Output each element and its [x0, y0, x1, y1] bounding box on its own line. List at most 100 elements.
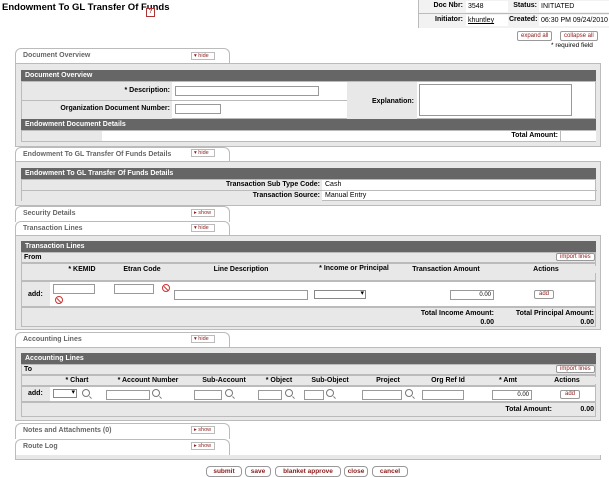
- import-lines-button[interactable]: import lines: [556, 365, 595, 373]
- tab-label: Security Details: [23, 210, 76, 217]
- accounting-lines-panel: Accounting Lines To import lines * Chart…: [15, 347, 601, 421]
- transfer-details-hide-button[interactable]: ▾ hide: [191, 149, 215, 157]
- status-value: INITIATED: [539, 1, 609, 12]
- doc-nbr-label: Doc Nbr:: [433, 2, 463, 9]
- sub-object-lookup-icon[interactable]: [326, 389, 334, 397]
- col-header: Actions: [496, 266, 596, 273]
- accounting-lines-hide-button[interactable]: ▾ hide: [191, 335, 215, 343]
- etran-code-input[interactable]: [114, 284, 154, 294]
- etran-lookup-icon[interactable]: [162, 284, 170, 292]
- transfer-details-panel: Endowment To GL Transfer Of Funds Detail…: [15, 161, 601, 206]
- initiator-label: Initiator:: [435, 16, 463, 23]
- notes-show-button[interactable]: ▸ show: [191, 426, 215, 434]
- sub-object-input[interactable]: [304, 390, 324, 400]
- transaction-totals-row: Total Income Amount: 0.00 Total Principa…: [21, 307, 596, 327]
- close-button[interactable]: close: [344, 466, 368, 477]
- source-label: Transaction Source:: [252, 192, 320, 199]
- initiator-link[interactable]: khuntley: [466, 15, 508, 26]
- row-divider: [22, 100, 347, 101]
- security-details-show-button[interactable]: ▸ show: [191, 209, 215, 217]
- total-amount-value: [560, 131, 596, 141]
- required-field-note: * required field: [551, 42, 593, 49]
- import-lines-button[interactable]: import lines: [556, 253, 595, 261]
- col-header: Transaction Amount: [396, 266, 496, 273]
- panel-bottom: [15, 455, 601, 460]
- route-log-show-button[interactable]: ▸ show: [191, 442, 215, 450]
- document-overview-hide-button[interactable]: ▾ hide: [191, 52, 215, 60]
- sub-type-label: Transaction Sub Type Code:: [226, 181, 320, 188]
- doc-nbr-value: 3548: [466, 1, 508, 12]
- accounting-add-row: add: 0.00 add: [21, 386, 596, 402]
- object-lookup-icon[interactable]: [285, 389, 293, 397]
- tab-label: Route Log: [23, 443, 58, 450]
- add-transaction-line-button[interactable]: add: [534, 290, 554, 299]
- transaction-lines-panel: Transaction Lines From import lines * KE…: [15, 235, 601, 330]
- project-lookup-icon[interactable]: [405, 389, 413, 397]
- accounting-total-label: Total Amount:: [505, 406, 552, 413]
- add-accounting-line-button[interactable]: add: [560, 390, 580, 399]
- project-input[interactable]: [362, 390, 402, 400]
- org-ref-id-input[interactable]: [422, 390, 464, 400]
- description-label: * Description:: [124, 87, 170, 94]
- overview-fields: * Description: Organization Document Num…: [21, 81, 596, 119]
- expand-all-button[interactable]: expand all: [517, 31, 553, 41]
- explanation-textarea[interactable]: [419, 84, 572, 116]
- transaction-add-row: add: 0.00 add: [21, 281, 596, 307]
- section-band: Accounting Lines: [21, 353, 596, 364]
- col-header: Project: [358, 377, 418, 384]
- status-label: Status:: [513, 2, 537, 9]
- document-overview-panel: Document Overview * Description: Organiz…: [15, 63, 601, 147]
- account-lookup-icon[interactable]: [152, 389, 160, 397]
- cancel-button[interactable]: cancel: [372, 466, 408, 477]
- section-band: Endowment Document Details: [21, 119, 596, 130]
- income-principal-select[interactable]: [314, 289, 366, 299]
- description-input[interactable]: [175, 86, 319, 96]
- to-label: To: [24, 366, 33, 373]
- accounting-totals-row: Total Amount: 0.00: [21, 402, 596, 417]
- col-header: * Account Number: [104, 377, 192, 384]
- total-amount-label: Total Amount:: [511, 132, 558, 139]
- col-header: Org Ref Id: [418, 377, 478, 384]
- transfer-fields: Transaction Sub Type Code: Cash Transact…: [21, 179, 597, 201]
- line-description-input[interactable]: [174, 290, 308, 300]
- save-button[interactable]: save: [245, 466, 271, 477]
- object-input[interactable]: [258, 390, 282, 400]
- transaction-lines-header: * KEMID Etran Code Line Description * In…: [21, 263, 596, 281]
- created-label: Created:: [509, 16, 538, 23]
- explanation-label: Explanation:: [371, 98, 414, 105]
- amount-input[interactable]: 0.00: [492, 390, 532, 400]
- kemid-lookup-icon[interactable]: [55, 296, 63, 304]
- created-value: 06:30 PM 09/24/2010: [539, 15, 609, 26]
- collapse-all-button[interactable]: collapse all: [560, 31, 598, 41]
- tab-label: Endowment To GL Transfer Of Funds Detail…: [23, 151, 172, 158]
- total-principal-label: Total Principal Amount:: [515, 310, 594, 317]
- sub-account-input[interactable]: [194, 390, 222, 400]
- account-number-input[interactable]: [106, 390, 150, 400]
- chart-select[interactable]: [53, 388, 77, 398]
- kemid-input[interactable]: [53, 284, 95, 294]
- blanket-approve-button[interactable]: blanket approve: [275, 466, 341, 477]
- submit-button[interactable]: submit: [206, 466, 242, 477]
- org-doc-number-input[interactable]: [175, 104, 221, 114]
- from-row: From import lines: [21, 252, 596, 263]
- tab-label: Notes and Attachments (0): [23, 427, 112, 434]
- col-header: * Object: [256, 377, 302, 384]
- section-band: Endowment To GL Transfer Of Funds Detail…: [21, 168, 596, 179]
- col-header: * KEMID: [52, 266, 112, 273]
- accounting-total-value: 0.00: [580, 406, 594, 413]
- tab-label: Document Overview: [23, 52, 91, 59]
- transaction-lines-hide-button[interactable]: ▾ hide: [191, 224, 215, 232]
- total-income-label: Total Income Amount:: [420, 310, 494, 317]
- total-principal-value: 0.00: [580, 319, 594, 326]
- section-band: Transaction Lines: [21, 241, 596, 252]
- help-icon[interactable]: ?: [146, 8, 155, 17]
- label-column: [22, 131, 102, 141]
- transaction-amount-input[interactable]: 0.00: [450, 290, 494, 300]
- from-label: From: [24, 254, 42, 261]
- tab-label: Accounting Lines: [23, 336, 82, 343]
- col-header: * Amt: [478, 377, 538, 384]
- sub-type-value: Cash: [325, 181, 342, 188]
- chart-lookup-icon[interactable]: [82, 389, 90, 397]
- org-doc-number-label: Organization Document Number:: [60, 105, 170, 112]
- sub-account-lookup-icon[interactable]: [225, 389, 233, 397]
